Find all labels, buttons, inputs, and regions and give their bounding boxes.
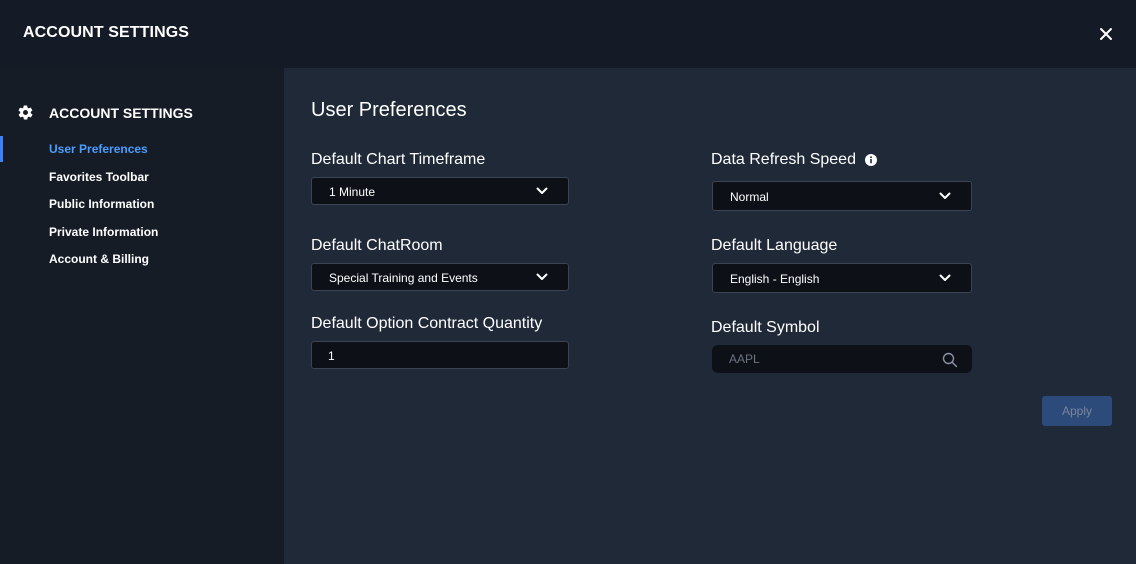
sidebar-item-public-information[interactable]: Public Information xyxy=(0,193,284,221)
main-content: User Preferences Default Chart Timeframe… xyxy=(284,68,1136,564)
sidebar-nav: User Preferences Favorites Toolbar Publi… xyxy=(0,136,284,276)
refresh-speed-label-text: Data Refresh Speed xyxy=(711,151,856,168)
info-icon[interactable] xyxy=(864,154,877,166)
sidebar-item-favorites-toolbar[interactable]: Favorites Toolbar xyxy=(0,166,284,194)
chatroom-label: Default ChatRoom xyxy=(311,237,443,255)
search-icon[interactable] xyxy=(942,352,958,368)
refresh-speed-select[interactable]: Normal xyxy=(712,181,972,211)
symbol-label: Default Symbol xyxy=(711,319,820,337)
language-label-text: Default Language xyxy=(711,237,838,254)
language-value: English - English xyxy=(730,272,820,286)
language-select[interactable]: English - English xyxy=(712,263,972,293)
modal-header: ACCOUNT SETTINGS xyxy=(0,0,1136,68)
modal-title: ACCOUNT SETTINGS xyxy=(23,24,190,41)
page-title: User Preferences xyxy=(311,99,467,121)
chatroom-label-text: Default ChatRoom xyxy=(311,237,443,254)
language-label: Default Language xyxy=(711,237,837,255)
chevron-down-icon xyxy=(939,192,951,199)
sidebar-heading: ACCOUNT SETTINGS xyxy=(49,104,193,121)
option-quantity-label: Default Option Contract Quantity xyxy=(311,315,542,333)
refresh-speed-label: Data Refresh Speed xyxy=(711,151,877,169)
sidebar-item-user-preferences[interactable]: User Preferences xyxy=(0,136,284,166)
chatroom-value: Special Training and Events xyxy=(329,271,478,285)
sidebar-item-private-information[interactable]: Private Information xyxy=(0,221,284,249)
close-icon[interactable] xyxy=(1098,26,1114,42)
sidebar: ACCOUNT SETTINGS User Preferences Favori… xyxy=(0,68,284,564)
refresh-speed-value: Normal xyxy=(730,190,769,204)
chart-timeframe-select[interactable]: 1 Minute xyxy=(311,177,569,205)
chevron-down-icon xyxy=(536,273,548,280)
account-settings-modal: ACCOUNT SETTINGS ACCOUNT SETTINGS User P… xyxy=(0,0,1136,564)
symbol-search-input[interactable]: AAPL xyxy=(712,345,972,373)
sidebar-section-header: ACCOUNT SETTINGS xyxy=(17,104,193,121)
chart-timeframe-label-text: Default Chart Timeframe xyxy=(311,151,486,168)
option-quantity-label-text: Default Option Contract Quantity xyxy=(311,315,543,332)
chatroom-select[interactable]: Special Training and Events xyxy=(311,263,569,291)
option-quantity-input[interactable]: 1 xyxy=(311,341,569,369)
option-quantity-value: 1 xyxy=(328,349,335,363)
chart-timeframe-value: 1 Minute xyxy=(329,185,376,199)
sidebar-item-account-billing[interactable]: Account & Billing xyxy=(0,248,284,276)
gear-icon xyxy=(18,105,33,120)
symbol-placeholder: AAPL xyxy=(729,352,760,366)
symbol-label-text: Default Symbol xyxy=(711,319,820,336)
chart-timeframe-label: Default Chart Timeframe xyxy=(311,151,485,169)
chevron-down-icon xyxy=(939,274,951,281)
chevron-down-icon xyxy=(536,187,548,194)
apply-button[interactable]: Apply xyxy=(1042,396,1112,426)
